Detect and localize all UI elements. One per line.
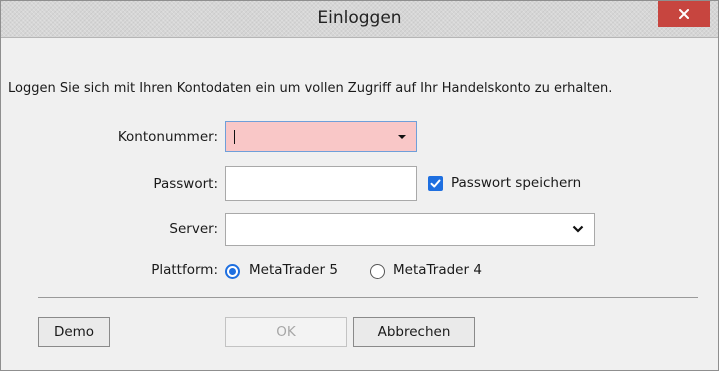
ok-button[interactable]: OK	[225, 317, 347, 347]
kontonummer-combobox[interactable]	[225, 121, 417, 152]
info-text: Loggen Sie sich mit Ihren Kontodaten ein…	[8, 81, 613, 96]
plattform-label: Plattform:	[151, 262, 218, 278]
text-caret	[234, 130, 235, 144]
server-select[interactable]	[225, 213, 595, 246]
passwort-label: Passwort:	[153, 176, 218, 192]
radio-metatrader-4[interactable]	[370, 264, 385, 279]
cancel-button[interactable]: Abbrechen	[353, 317, 475, 347]
dropdown-arrow-icon[interactable]	[398, 135, 406, 139]
radio-metatrader-5[interactable]	[225, 264, 240, 279]
chevron-down-icon[interactable]	[572, 224, 584, 234]
server-label: Server:	[169, 221, 218, 237]
title-bar: Einloggen	[1, 1, 718, 38]
login-dialog: Einloggen Loggen Sie sich mit Ihren Kont…	[0, 0, 719, 371]
close-icon	[679, 9, 689, 19]
save-password-checkbox[interactable]	[428, 176, 443, 191]
separator	[38, 297, 698, 298]
close-button[interactable]	[658, 1, 710, 27]
checkmark-icon	[430, 179, 441, 188]
dialog-title: Einloggen	[317, 8, 402, 28]
kontonummer-label: Kontonummer:	[117, 129, 218, 145]
demo-button[interactable]: Demo	[38, 317, 110, 347]
radio-metatrader-4-label[interactable]: MetaTrader 4	[393, 262, 482, 278]
radio-metatrader-5-label[interactable]: MetaTrader 5	[249, 262, 338, 278]
save-password-label[interactable]: Passwort speichern	[451, 175, 581, 191]
password-input[interactable]	[225, 166, 417, 201]
